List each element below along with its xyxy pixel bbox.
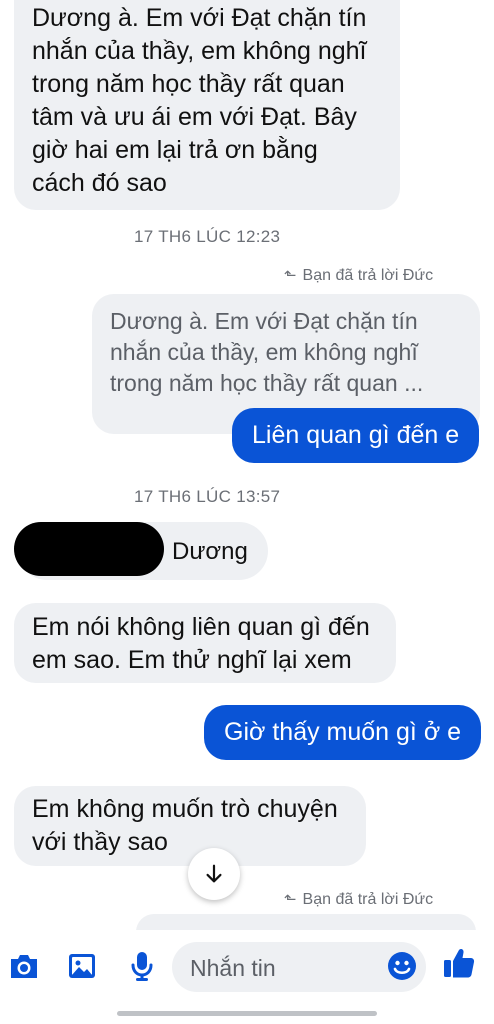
outgoing-message[interactable]: Giờ thấy muốn gì ở e <box>204 705 482 760</box>
message-line: cách đó sao <box>32 169 167 197</box>
reply-arrow-icon: ⬑ <box>284 267 297 284</box>
image-icon <box>69 954 95 978</box>
reply-indicator-text: Bạn đã trả lời Đức <box>302 891 434 908</box>
microphone-icon <box>131 952 153 981</box>
message-line: giờ hai em lại trả ơn bằng <box>32 136 318 164</box>
quoted-line: Dương à. Em với Đạt chặn tín <box>110 308 418 334</box>
voice-button[interactable] <box>122 946 162 986</box>
emoji-icon <box>388 952 416 980</box>
emoji-button[interactable] <box>382 946 422 986</box>
message-line: Dương à. Em với Đạt chặn tín <box>32 4 367 32</box>
message-line: Em không muốn trò chuyện <box>32 795 338 823</box>
message-input[interactable] <box>188 942 392 994</box>
timestamp: 17 TH6 LÚC 12:23 <box>134 227 281 246</box>
thumbs-up-icon <box>444 948 475 978</box>
message-line: nhắn của thầy, em không nghĩ <box>32 37 367 65</box>
quoted-line: trong năm học thầy rất quan ... <box>110 370 424 396</box>
message-line: trong năm học thầy rất quan <box>32 70 345 98</box>
outgoing-message[interactable]: Liên quan gì đến e <box>232 408 480 463</box>
quoted-message-preview <box>136 914 476 930</box>
reply-indicator: ⬑ Bạn đã trả lời Đức <box>284 266 433 285</box>
redacted-avatar <box>14 522 164 576</box>
gallery-button[interactable] <box>62 946 102 986</box>
message-line: với thầy sao <box>32 828 168 856</box>
incoming-message[interactable]: Em không muốn trò chuyện với thầy sao <box>14 786 366 866</box>
camera-icon <box>11 955 37 978</box>
arrow-down-icon <box>206 864 222 883</box>
message-line: tâm và ưu ái em với Đạt. Bây <box>32 103 357 131</box>
reply-indicator: ⬑ Bạn đã trả lời Đức <box>284 890 433 909</box>
message-line: Em nói không liên quan gì đến <box>32 613 370 641</box>
scroll-to-bottom-button[interactable] <box>188 848 240 900</box>
home-indicator[interactable] <box>117 1011 377 1016</box>
incoming-message[interactable]: Em nói không liên quan gì đến em sao. Em… <box>14 603 396 683</box>
incoming-message[interactable]: Dương à. Em với Đạt chặn tín nhắn của th… <box>14 0 400 210</box>
quoted-line: nhắn của thầy, em không nghĩ <box>110 339 418 365</box>
camera-button[interactable] <box>4 946 44 986</box>
sender-name: Dương <box>172 538 248 565</box>
message-thread: Dương à. Em với Đạt chặn tín nhắn của th… <box>0 0 494 930</box>
message-line: em sao. Em thử nghĩ lại xem <box>32 646 352 674</box>
timestamp: 17 TH6 LÚC 13:57 <box>134 487 281 506</box>
reply-arrow-icon: ⬑ <box>284 891 297 908</box>
reply-indicator-text: Bạn đã trả lời Đức <box>302 267 434 284</box>
like-button[interactable] <box>438 942 480 984</box>
